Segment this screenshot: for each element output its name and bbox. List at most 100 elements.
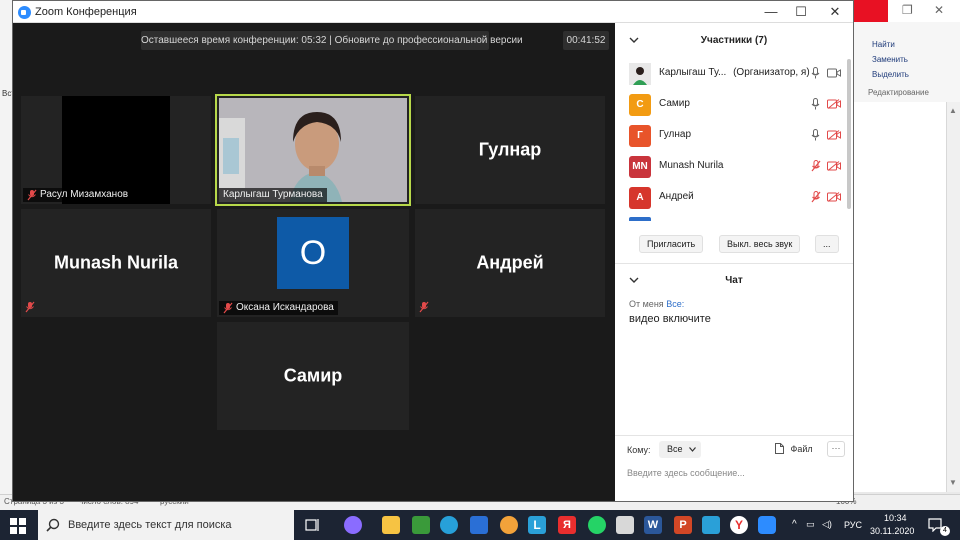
file-button[interactable]: Файл [775,443,813,454]
word-find-button[interactable]: Найти [872,40,895,49]
muted-mic-icon [419,301,429,313]
lingualeo-icon[interactable]: L [528,516,546,534]
invite-button[interactable]: Пригласить [639,235,704,253]
video-off-icon[interactable] [827,192,841,202]
zoom-titlebar: Zoom Конференция — ☐ ✕ [13,1,853,23]
game-app-icon[interactable] [412,516,430,534]
panel-divider [615,263,853,264]
chat-message-input[interactable] [627,465,841,481]
yandex-icon[interactable]: Y [730,516,748,534]
participants-scrollbar[interactable] [847,59,851,209]
tile-name-label: Оксана Искандарова [219,301,338,315]
zoom-app-icon[interactable] [758,516,776,534]
participant-name: Гулнар [478,139,542,160]
media-player-icon[interactable] [702,516,720,534]
file-button-label: Файл [790,444,813,454]
close-icon[interactable]: ✕ [823,3,847,21]
clock-time[interactable]: 10:34 [884,513,907,523]
network-icon[interactable]: ▭ [806,519,815,530]
participant-row[interactable]: Г Гулнар [615,121,843,151]
video-off-icon[interactable] [827,161,841,171]
mic-icon[interactable] [811,129,820,141]
cortana-icon[interactable] [344,516,362,534]
chat-recipient-dropdown[interactable]: Все [659,441,701,458]
maximize-icon[interactable]: ☐ [789,3,813,21]
participant-name: Гулнар [659,129,692,140]
participant-row[interactable]: Карлыгаш Ту... (Организатор, я) [615,59,843,89]
time-remaining-banner[interactable]: Оставшееся время конференции: 05:32 | Об… [141,31,523,50]
participant-avatar: O [277,217,349,289]
word-document-page[interactable] [854,102,946,492]
participant-name: Самир [659,98,690,109]
mic-icon[interactable] [811,98,820,110]
chat-input-divider [615,435,853,436]
meeting-timer: 00:41:52 [563,31,609,50]
participant-row[interactable]: MN Munash Nurila [615,152,843,182]
word-left-strip: Вст [0,22,15,500]
task-view-icon[interactable] [304,516,322,534]
more-options-button[interactable]: ... [815,235,839,253]
mute-all-button[interactable]: Выкл. весь звук [719,235,801,253]
video-tile-oksana[interactable]: O Оксана Искандарова [217,209,409,317]
participant-name: Карлыгаш Турманова [223,189,323,200]
zoom-window: Zoom Конференция — ☐ ✕ Оставшееся время … [12,0,854,502]
muted-mic-icon[interactable] [811,191,821,203]
store-icon[interactable] [616,516,634,534]
word-app-icon[interactable]: W [644,516,662,534]
participant-row[interactable]: А Андрей [615,183,843,213]
windows-start-icon[interactable] [10,518,26,534]
yandex-browser-icon[interactable]: Я [558,516,576,534]
word-replace-button[interactable]: Заменить [872,55,908,64]
video-tile-rasul[interactable]: Расул Мизамханов [21,96,211,204]
video-gallery: Оставшееся время конференции: 05:32 | Об… [13,23,615,501]
camera-feed [219,98,407,202]
file-icon [775,443,784,454]
mail-icon[interactable] [470,516,488,534]
chat-header: Чат [725,275,743,286]
search-icon [46,518,60,532]
volume-icon[interactable]: ◁) [822,519,832,530]
minimize-icon[interactable]: — [759,3,783,21]
scroll-down-icon[interactable]: ▼ [949,478,957,487]
person-video-image [219,98,407,202]
clock-date[interactable]: 30.11.2020 [870,526,914,536]
word-select-button[interactable]: Выделить [872,70,909,79]
chat-recipient: Все: [666,299,685,309]
video-camera-icon[interactable] [827,68,841,78]
video-tile-andrey[interactable]: Андрей [415,209,605,317]
word-restore-icon[interactable]: ❐ [902,3,913,17]
participant-name: Оксана Искандарова [236,302,334,313]
video-off-icon[interactable] [827,99,841,109]
scroll-up-icon[interactable]: ▲ [949,106,957,115]
browser-icon[interactable] [500,516,518,534]
participant-avatar: Г [629,125,651,147]
participant-avatar [629,63,651,85]
muted-mic-icon[interactable] [811,160,821,172]
mic-icon[interactable] [811,67,820,79]
file-explorer-icon[interactable] [382,516,400,534]
participant-name: Андрей [476,252,544,273]
video-tile-karlygash[interactable]: Карлыгаш Турманова [215,94,411,206]
tray-chevron-icon[interactable]: ^ [792,519,797,530]
video-tile-gulnar[interactable]: Гулнар [415,96,605,204]
video-tile-munash[interactable]: Munash Nurila [21,209,211,317]
keyboard-language[interactable]: РУС [844,520,862,530]
powerpoint-app-icon[interactable]: P [674,516,692,534]
chat-sender: От меня [629,299,664,309]
video-off-icon[interactable] [827,130,841,140]
chat-to-label: Кому: [627,445,651,455]
chat-more-button[interactable]: ··· [827,441,845,457]
whatsapp-icon[interactable] [588,516,606,534]
word-scrollbar[interactable]: ▲ ▼ [946,102,960,492]
partial-participant-avatar [629,217,651,221]
video-tile-samir[interactable]: Самир [217,322,409,430]
windows-taskbar: Введите здесь текст для поиска L Я W P Y… [0,510,960,540]
chat-message-meta: От меня Все: [629,299,684,309]
word-close-icon[interactable]: ✕ [934,3,944,17]
taskbar-search-box[interactable]: Введите здесь текст для поиска [38,510,294,540]
word-title-accent [854,0,888,22]
side-panel: Участники (7) Карлыгаш Ту... (Организато… [615,23,853,501]
edge-browser-icon[interactable] [440,516,458,534]
participant-row[interactable]: С Самир [615,90,843,120]
tile-name-label: Расул Мизамханов [23,188,133,202]
